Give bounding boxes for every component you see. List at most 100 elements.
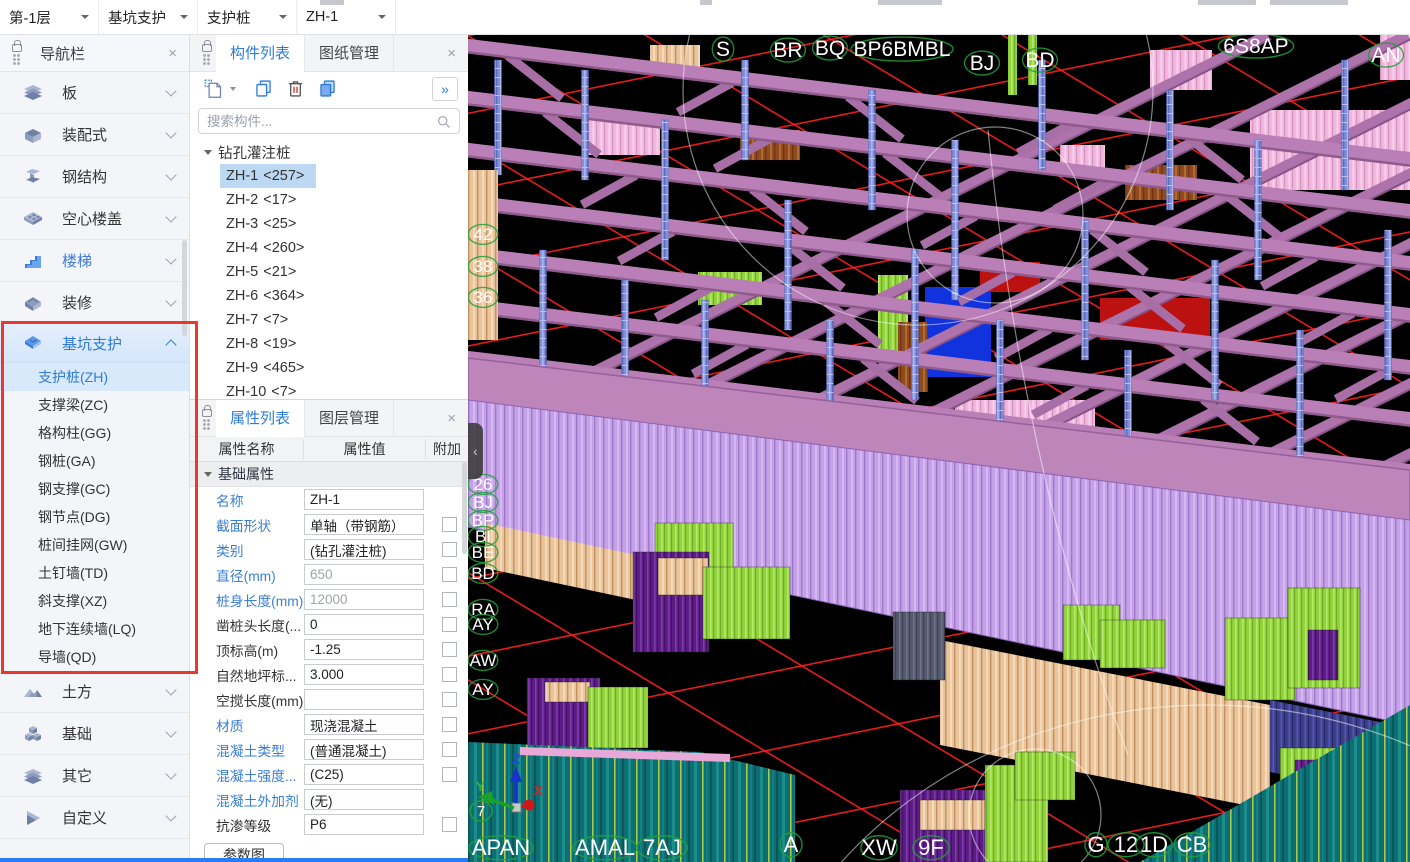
component-name: ZH-4 — [226, 240, 258, 256]
panel-grip[interactable] — [198, 406, 216, 431]
property-value-input[interactable] — [304, 514, 424, 535]
property-value-input[interactable] — [304, 814, 424, 835]
chevron-down-icon[interactable] — [230, 87, 236, 91]
delete-icon[interactable] — [282, 77, 308, 101]
component-list-item[interactable]: ZH-3 <25> — [220, 212, 308, 236]
sidebar-group-item[interactable]: 土方 — [0, 671, 189, 713]
duplicate-layers-icon[interactable] — [314, 77, 340, 101]
sidebar-group-item[interactable]: 板 — [0, 72, 189, 114]
sidebar-sub-item[interactable]: 导墙(QD) — [0, 643, 189, 671]
component-list-item[interactable]: ZH-9 <465> — [220, 356, 316, 380]
toolbar-dropdown-value: 支护桩 — [207, 7, 251, 28]
property-value-input[interactable] — [304, 789, 424, 810]
3d-scene[interactable]: SBRBQBP6BMBLBJBD6S8APAN42383626BJBPBIBEB… — [468, 35, 1410, 862]
sidebar-sub-item[interactable]: 桩间挂网(GW) — [0, 531, 189, 559]
attach-checkbox[interactable] — [442, 817, 457, 832]
panel-grip[interactable] — [198, 41, 216, 66]
property-value-input[interactable] — [304, 689, 424, 710]
attach-checkbox[interactable] — [442, 692, 457, 707]
sidebar-group-item[interactable]: 装修 — [0, 282, 189, 324]
component-count: <364> — [263, 288, 304, 304]
property-row: 凿桩头长度(... — [190, 612, 468, 637]
panel-tab[interactable]: 图纸管理 — [305, 35, 394, 72]
close-icon[interactable]: × — [443, 45, 460, 62]
sidebar-sub-item[interactable]: 钢桩(GA) — [0, 447, 189, 475]
sidebar-sub-item[interactable]: 钢支撑(GC) — [0, 475, 189, 503]
attach-checkbox[interactable] — [442, 642, 457, 657]
attach-checkbox[interactable] — [442, 567, 457, 582]
property-value-input[interactable] — [304, 739, 424, 760]
panel-collapse-handle[interactable]: ‹ — [468, 423, 483, 479]
component-list-item[interactable]: ZH-8 <19> — [220, 332, 308, 356]
x-axis-label: X — [534, 783, 543, 798]
ribbon-fragment — [1270, 0, 1348, 5]
panel-tab[interactable]: 属性列表 — [216, 400, 305, 437]
close-icon[interactable]: × — [443, 410, 460, 427]
lock-icon[interactable] — [12, 44, 22, 52]
component-list-item[interactable]: ZH-6 <364> — [220, 284, 316, 308]
lock-icon[interactable] — [202, 409, 212, 417]
attach-checkbox[interactable] — [442, 767, 457, 782]
new-component-icon[interactable] — [200, 77, 226, 101]
property-value-input[interactable] — [304, 639, 424, 660]
sidebar-scrollbar[interactable] — [182, 240, 187, 336]
attach-checkbox[interactable] — [442, 667, 457, 682]
toolbar-dropdown[interactable]: ZH-1 — [297, 0, 396, 34]
property-value-input[interactable] — [304, 564, 424, 585]
component-list-item[interactable]: ZH-5 <21> — [220, 260, 308, 284]
component-list-item[interactable]: ZH-4 <260> — [220, 236, 316, 260]
property-value-input[interactable] — [304, 764, 424, 785]
attach-checkbox[interactable] — [442, 542, 457, 557]
property-group-header[interactable]: 基础属性 — [190, 462, 468, 487]
ribbon-fragment — [700, 0, 712, 5]
toolbar-dropdown[interactable]: 基坑支护 — [99, 0, 198, 34]
sidebar-group-pit-support[interactable]: 基坑支护 — [0, 324, 189, 363]
attach-checkbox[interactable] — [442, 617, 457, 632]
toolbar-dropdown[interactable]: 第-1层 — [0, 0, 99, 34]
copy-icon[interactable] — [250, 77, 276, 101]
panel-tab[interactable]: 构件列表 — [216, 35, 305, 72]
sidebar-group-item[interactable]: 基础 — [0, 713, 189, 755]
attach-checkbox[interactable] — [442, 742, 457, 757]
component-count: <7> — [263, 312, 288, 328]
sidebar-sub-item[interactable]: 支撑梁(ZC) — [0, 391, 189, 419]
sidebar-group-item[interactable]: 楼梯 — [0, 240, 189, 282]
attach-checkbox[interactable] — [442, 717, 457, 732]
panel-grip[interactable] — [8, 41, 26, 66]
sidebar-sub-item[interactable]: 格构柱(GG) — [0, 419, 189, 447]
3d-viewport[interactable]: SBRBQBP6BMBLBJBD6S8APAN42383626BJBPBIBEB… — [468, 35, 1410, 862]
toolbar-dropdown[interactable]: 支护桩 — [198, 0, 297, 34]
component-list-item[interactable]: ZH-7 <7> — [220, 308, 300, 332]
sidebar-group-item[interactable]: 空心楼盖 — [0, 198, 189, 240]
tree-root-bored-pile[interactable]: 钻孔灌注桩 — [190, 140, 468, 164]
attach-checkbox[interactable] — [442, 517, 457, 532]
sidebar-group-item[interactable]: 自定义 — [0, 797, 189, 839]
property-value-input[interactable] — [304, 539, 424, 560]
component-count: <25> — [263, 216, 296, 232]
dock-bottom-accent-bar — [0, 858, 468, 862]
sidebar-sub-item[interactable]: 地下连续墙(LQ) — [0, 615, 189, 643]
property-value-input[interactable] — [304, 489, 424, 510]
sidebar-group-item[interactable]: 钢结构 — [0, 156, 189, 198]
component-list-item[interactable]: ZH-2 <17> — [220, 188, 308, 212]
component-name: ZH-5 — [226, 264, 258, 280]
property-value-input[interactable] — [304, 589, 424, 610]
sidebar-group-item[interactable]: 装配式 — [0, 114, 189, 156]
search-input[interactable] — [207, 114, 436, 129]
component-list-item[interactable]: ZH-1 <257> — [220, 164, 316, 188]
lock-icon[interactable] — [202, 44, 212, 52]
close-icon[interactable]: × — [164, 45, 181, 62]
sidebar-sub-item[interactable]: 支护桩(ZH) — [0, 363, 189, 391]
property-value-input[interactable] — [304, 664, 424, 685]
sidebar-group-item[interactable]: 其它 — [0, 755, 189, 797]
nav-groups-top: 板 装配式 钢结构 空心楼盖 — [0, 72, 189, 324]
expand-panel-button[interactable]: » — [432, 77, 458, 101]
sidebar-sub-item[interactable]: 土钉墙(TD) — [0, 559, 189, 587]
attach-checkbox[interactable] — [442, 592, 457, 607]
property-value-input[interactable] — [304, 714, 424, 735]
property-scrollbar[interactable] — [462, 462, 467, 554]
panel-tab[interactable]: 图层管理 — [305, 400, 394, 437]
sidebar-sub-item[interactable]: 钢节点(DG) — [0, 503, 189, 531]
sidebar-sub-item[interactable]: 斜支撑(XZ) — [0, 587, 189, 615]
property-value-input[interactable] — [304, 614, 424, 635]
